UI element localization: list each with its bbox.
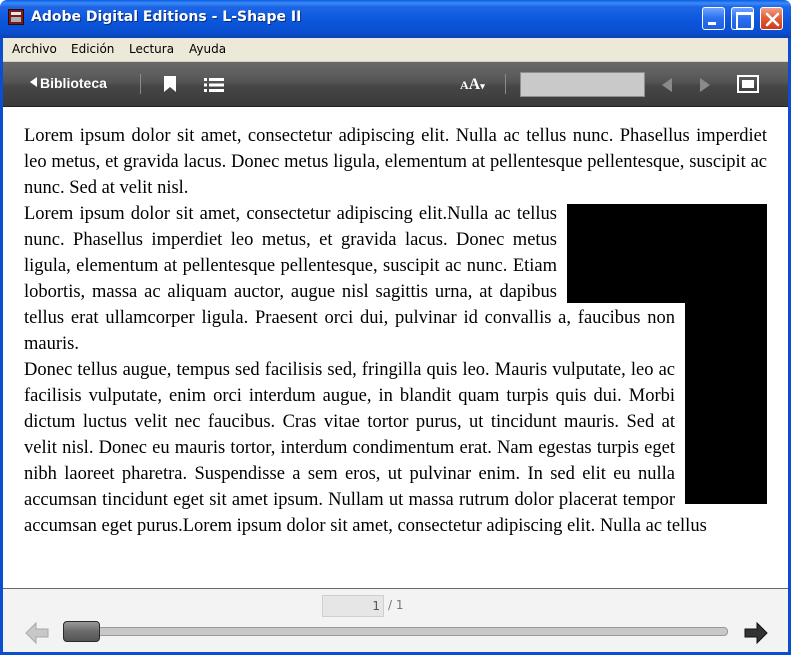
toc-list-icon[interactable] <box>204 78 224 92</box>
paragraph: Donec tellus augue, tempus sed facilisis… <box>24 360 707 536</box>
forward-arrow-icon[interactable] <box>744 622 768 644</box>
minimize-button[interactable] <box>702 7 725 30</box>
page-total: / 1 <box>388 598 404 612</box>
font-size-icon[interactable]: AA▾ <box>460 76 485 94</box>
book-page[interactable]: Lorem ipsum dolor sit amet, consectetur … <box>3 108 788 588</box>
menu-lectura[interactable]: Lectura <box>129 42 174 56</box>
reader-toolbar: Biblioteca AA▾ <box>0 62 791 107</box>
next-arrow-icon[interactable] <box>698 77 712 93</box>
menu-bar: Archivo Edición Lectura Ayuda <box>0 38 791 62</box>
app-icon[interactable] <box>8 9 24 25</box>
back-arrow-icon[interactable] <box>25 622 49 644</box>
close-icon <box>765 12 780 27</box>
toolbar-divider <box>140 74 141 94</box>
menu-edicion[interactable]: Edición <box>71 42 114 56</box>
page-text: Lorem ipsum dolor sit amet, consectetur … <box>24 123 767 539</box>
library-button[interactable]: Biblioteca <box>30 75 107 91</box>
menu-ayuda[interactable]: Ayuda <box>189 42 226 56</box>
window-title: Adobe Digital Editions - L-Shape II <box>31 9 302 25</box>
library-label: Biblioteca <box>40 75 107 91</box>
back-triangle-icon <box>30 77 37 87</box>
menu-archivo[interactable]: Archivo <box>12 42 57 56</box>
page-navigation-bar: 1 / 1 <box>3 588 788 652</box>
page-slider-thumb[interactable] <box>63 621 100 642</box>
page-slider-track[interactable] <box>67 627 728 636</box>
search-input[interactable] <box>520 72 645 97</box>
bookmark-icon[interactable] <box>164 76 176 92</box>
close-button[interactable] <box>760 7 783 30</box>
l-shape-block-bottom <box>685 302 767 504</box>
fullscreen-icon[interactable] <box>737 75 759 93</box>
prev-arrow-icon[interactable] <box>660 77 674 93</box>
l-shape-block-top <box>567 204 767 303</box>
title-bar[interactable]: Adobe Digital Editions - L-Shape II <box>0 0 791 38</box>
paragraph: Lorem ipsum dolor sit amet, consectetur … <box>24 126 767 198</box>
toolbar-divider <box>505 74 506 94</box>
window-frame <box>0 38 3 655</box>
page-number-input[interactable]: 1 <box>322 595 384 617</box>
maximize-button[interactable] <box>731 7 754 30</box>
